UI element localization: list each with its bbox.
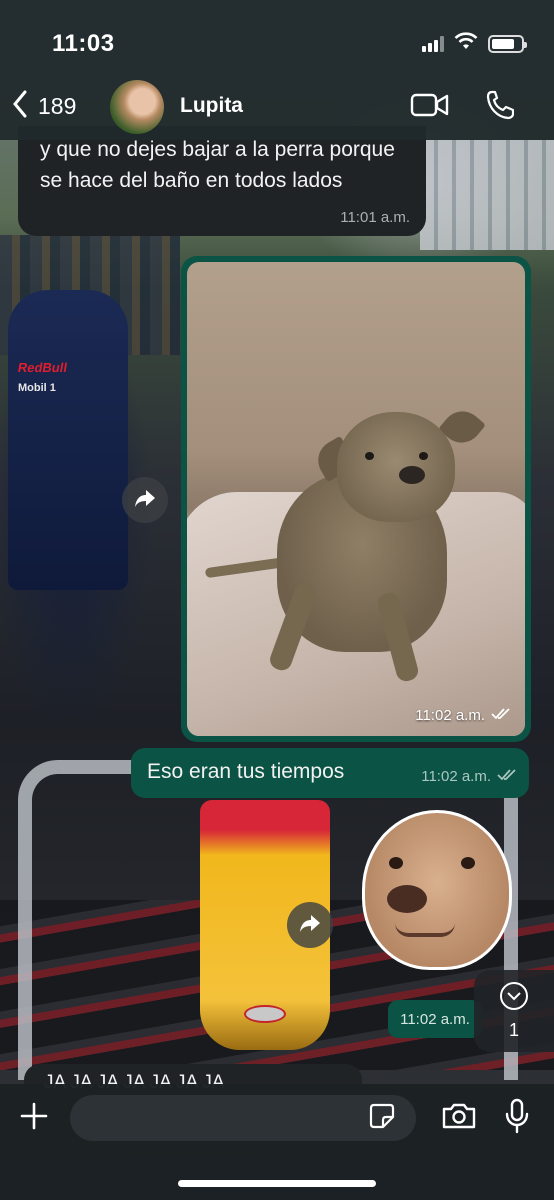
sticker-dog-eye <box>389 857 403 869</box>
sticker-dog-head <box>362 810 512 970</box>
double-check-icon <box>491 707 511 724</box>
message-time: 11:02 a.m. <box>400 1010 470 1028</box>
wallpaper-building <box>420 140 554 250</box>
photo-meta: 11:02 a.m. <box>415 707 511 724</box>
dog-sticker[interactable] <box>362 810 512 990</box>
back-button[interactable]: 189 <box>12 90 76 123</box>
chevron-left-icon <box>12 90 28 123</box>
contact-name[interactable]: Lupita <box>180 94 243 118</box>
plus-icon <box>19 1101 49 1136</box>
dog-photo[interactable]: 11:02 a.m. <box>187 262 525 736</box>
photo-message[interactable]: 11:02 a.m. <box>181 256 531 742</box>
avatar[interactable] <box>110 80 164 134</box>
signal-icon <box>422 35 444 52</box>
video-camera-icon[interactable] <box>410 92 450 123</box>
scroll-to-bottom-button[interactable]: 1 <box>474 970 554 1052</box>
camera-icon <box>441 1102 477 1135</box>
message-time: 11:02 a.m. <box>421 768 491 785</box>
sticker-dog-nose <box>387 885 427 913</box>
outgoing-message[interactable]: Eso eran tus tiempos 11:02 a.m. <box>131 748 529 798</box>
microphone-icon <box>505 1098 529 1139</box>
chevron-down-icon <box>499 981 529 1016</box>
phone-icon[interactable] <box>486 90 515 125</box>
battery-icon <box>488 34 527 53</box>
wifi-icon <box>454 32 478 55</box>
unread-count: 1 <box>508 1020 519 1040</box>
unread-chats-count: 189 <box>38 93 77 119</box>
status-icons <box>422 32 527 55</box>
attach-button[interactable] <box>14 1098 54 1138</box>
photo-dog-head <box>337 412 455 522</box>
message-time: 11:02 a.m. <box>415 707 485 724</box>
forward-button[interactable] <box>122 477 168 523</box>
message-time: 11:01 a.m. <box>340 209 410 226</box>
status-time: 11:03 <box>52 30 115 57</box>
photo-dog-nose <box>399 466 425 484</box>
sticker-dog-mouth <box>395 923 455 937</box>
top-bar: 11:03 189 Lupita <box>0 0 554 140</box>
home-indicator <box>178 1180 376 1187</box>
microphone-button[interactable] <box>500 1098 534 1138</box>
wallpaper-mobil-text: Mobil 1 <box>18 382 56 394</box>
message-text: y que no dejes bajar a la perra porque s… <box>40 138 395 192</box>
sticker-time: 11:02 a.m. <box>388 1000 482 1038</box>
sticker-icon <box>369 1103 395 1134</box>
double-check-icon <box>497 768 517 785</box>
wallpaper-mechanic: RedBull Mobil 1 <box>8 290 128 590</box>
incoming-message[interactable]: y que no dejes bajar a la perra porque s… <box>18 126 426 236</box>
message-meta: 11:02 a.m. <box>421 768 517 785</box>
wallpaper-redbull-text: RedBull <box>16 360 69 375</box>
sticker-button[interactable] <box>368 1103 396 1134</box>
forward-arrow-icon <box>134 488 156 513</box>
message-input[interactable] <box>70 1095 416 1141</box>
sticker-dog-eye <box>461 857 475 869</box>
forward-button[interactable] <box>287 902 333 948</box>
camera-button[interactable] <box>440 1102 478 1134</box>
chat-header: 189 Lupita <box>0 78 554 134</box>
photo-dog-eye <box>365 452 374 460</box>
wallpaper-badge <box>244 1005 286 1023</box>
forward-arrow-icon <box>299 913 321 938</box>
photo-dog-eye <box>419 452 428 460</box>
call-actions <box>410 90 515 125</box>
